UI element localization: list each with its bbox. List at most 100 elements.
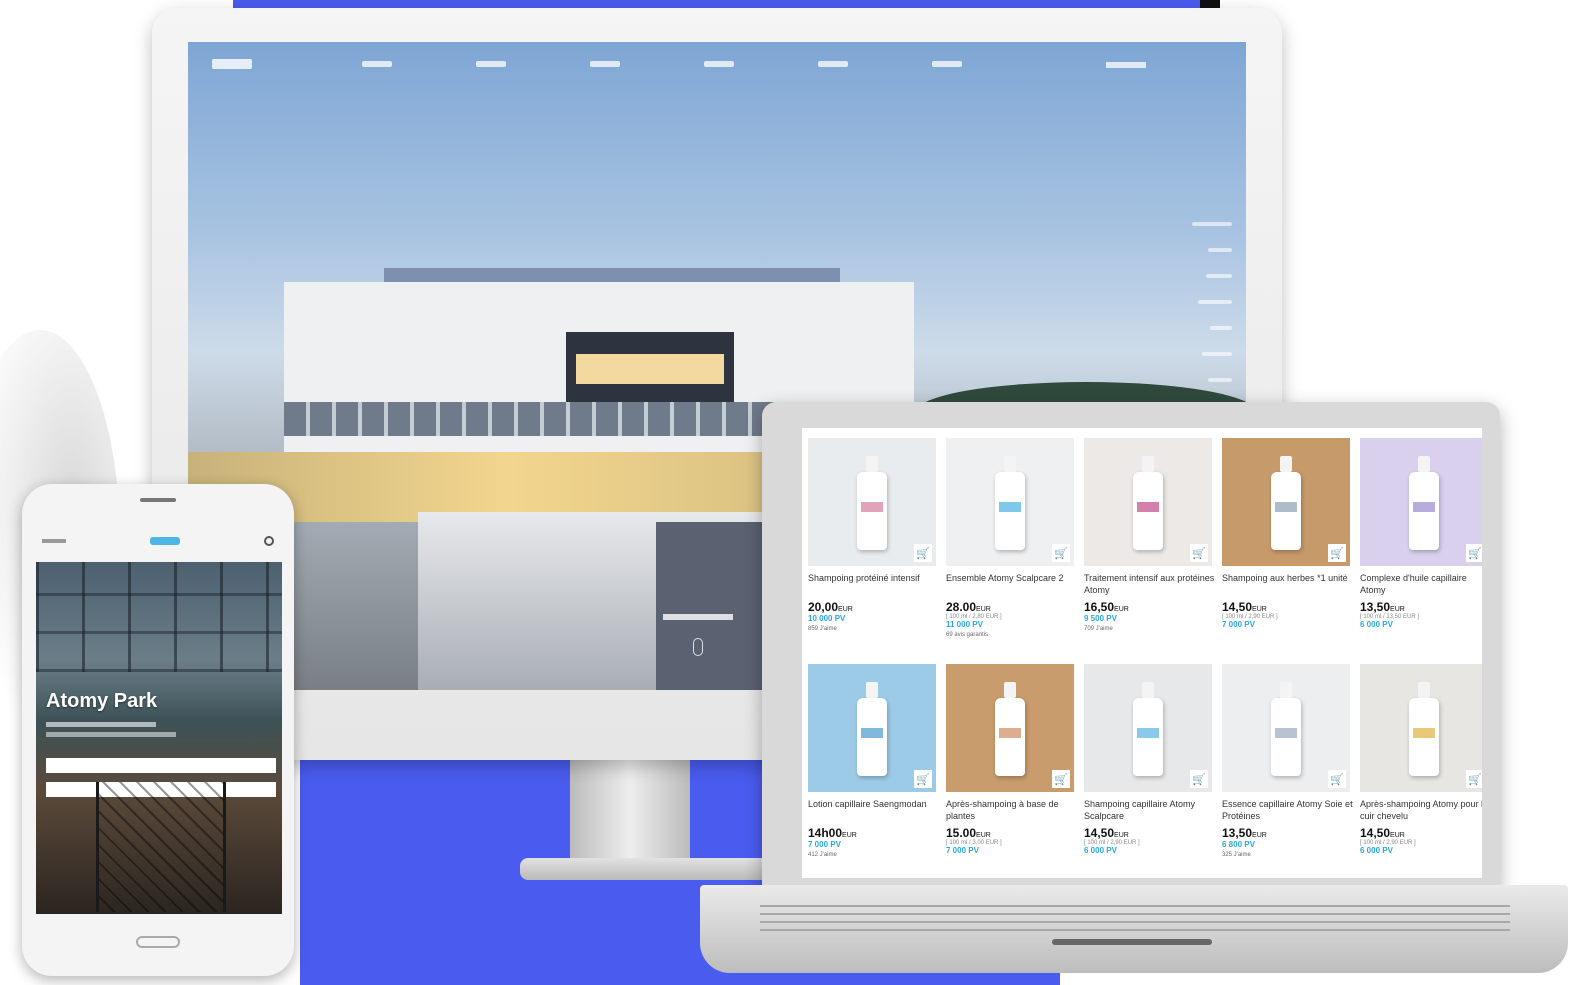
product-pv: 6 800 PV [1222,840,1255,849]
product-image[interactable]: 🛒 [1360,664,1482,792]
add-to-cart-icon[interactable]: 🛒 [1052,770,1070,788]
product-bottle [1271,456,1301,550]
currency: EUR [842,832,857,839]
desktop-nav [188,42,1246,86]
product-card[interactable]: 🛒 Après-shampoing à base de plantes 15.0… [946,664,1078,878]
side-nav-item[interactable] [1210,326,1232,330]
nav-item[interactable] [590,61,620,67]
currency: EUR [838,606,853,613]
nav-item[interactable] [818,61,848,67]
add-to-cart-icon[interactable]: 🛒 [914,770,932,788]
mobile-hero: Atomy Park [36,562,282,914]
product-image[interactable]: 🛒 [1360,438,1482,566]
product-name[interactable]: Ensemble Atomy Scalpcare 2 [946,572,1078,598]
add-to-cart-icon[interactable]: 🛒 [1052,544,1070,562]
chair [96,782,226,912]
product-image[interactable]: 🛒 [1222,438,1350,566]
trackpad-notch [1052,939,1212,945]
product-pv: 6 000 PV [1360,620,1393,629]
nav-item[interactable] [362,61,392,67]
product-bottle [995,682,1025,776]
product-pv: 11 000 PV [946,620,983,629]
product-card[interactable]: 🛒 Shampoing capillaire Atomy Scalpcare 1… [1084,664,1216,878]
product-card[interactable]: 🛒 Traitement intensif aux protéines Atom… [1084,438,1216,656]
currency: EUR [976,606,991,613]
add-to-cart-icon[interactable]: 🛒 [914,544,932,562]
product-image[interactable]: 🛒 [1084,664,1212,792]
nav-item[interactable] [476,61,506,67]
product-price: 14,50EUR [1222,600,1267,614]
product-price: 14,50EUR [1360,826,1405,840]
product-name[interactable]: Complexe d'huile capillaire Atomy [1360,572,1482,598]
product-image[interactable]: 🛒 [946,438,1074,566]
add-to-cart-icon[interactable]: 🛒 [1328,544,1346,562]
currency: EUR [976,832,991,839]
product-reviews: 69 avis garantis [946,632,989,638]
add-to-cart-icon[interactable]: 🛒 [1190,770,1208,788]
product-bottle [857,682,887,776]
site-logo[interactable] [212,59,252,69]
product-card[interactable]: 🛒 Après-shampoing Atomy pour le cuir che… [1360,664,1482,878]
product-name[interactable]: Traitement intensif aux protéines Atomy [1084,572,1216,598]
product-bottle [1133,456,1163,550]
product-pv: 9 500 PV [1084,614,1117,623]
product-card[interactable]: 🛒 Lotion capillaire Saengmodan 14h00EUR … [808,664,940,878]
product-name[interactable]: Shampoing aux herbes *1 unité [1222,572,1354,598]
product-name[interactable]: Essence capillaire Atomy Soie et Protéin… [1222,798,1354,824]
side-nav-item[interactable] [1198,300,1232,304]
product-image[interactable]: 🛒 [946,664,1074,792]
product-pv: 6 000 PV [1084,846,1117,855]
side-nav-item[interactable] [1206,274,1232,278]
product-pv: 7 000 PV [808,840,841,849]
product-bottle [995,456,1025,550]
building-window [566,332,734,412]
mobile-hero-subtitle [46,732,176,737]
product-reviews: 709 J'aime [1084,626,1113,632]
mobile-header [36,530,280,552]
product-bottle [1409,682,1439,776]
language-selector[interactable] [1106,62,1146,68]
home-button[interactable] [136,936,180,948]
product-card[interactable]: 🛒 Ensemble Atomy Scalpcare 2 28.00EUR [ … [946,438,1078,656]
window-grid [36,562,282,672]
product-name[interactable]: Shampoing protéiné intensif [808,572,940,598]
mobile-hero-button[interactable] [46,758,276,773]
laptop: 🛒 Shampoing protéiné intensif 20,00EUR 1… [762,402,1500,892]
product-image[interactable]: 🛒 [808,438,936,566]
add-to-cart-icon[interactable]: 🛒 [1190,544,1208,562]
product-image[interactable]: 🛒 [1222,664,1350,792]
product-name[interactable]: Après-shampoing à base de plantes [946,798,1078,824]
product-name[interactable]: Après-shampoing Atomy pour le cuir cheve… [1360,798,1482,824]
currency: EUR [1114,832,1129,839]
product-name[interactable]: Lotion capillaire Saengmodan [808,798,940,824]
add-to-cart-icon[interactable]: 🛒 [1466,544,1482,562]
product-card[interactable]: 🛒 Shampoing aux herbes *1 unité 14,50EUR… [1222,438,1354,656]
side-nav-item[interactable] [1208,378,1232,382]
product-card[interactable]: 🛒 Complexe d'huile capillaire Atomy 13,5… [1360,438,1482,656]
product-bottle [1133,682,1163,776]
menu-icon[interactable] [264,536,274,546]
product-name[interactable]: Shampoing capillaire Atomy Scalpcare [1084,798,1216,824]
mobile-logo[interactable] [150,537,180,545]
side-nav-item[interactable] [1208,248,1232,252]
scroll-indicator-icon [693,638,703,656]
nav-item[interactable] [704,61,734,67]
product-bottle [857,456,887,550]
product-card[interactable]: 🛒 Shampoing protéiné intensif 20,00EUR 1… [808,438,940,656]
side-nav-item[interactable] [1192,222,1232,226]
product-price: 14h00EUR [808,826,857,840]
mobile-lang[interactable] [42,539,66,543]
add-to-cart-icon[interactable]: 🛒 [1328,770,1346,788]
product-image[interactable]: 🛒 [1084,438,1212,566]
product-card[interactable]: 🛒 Essence capillaire Atomy Soie et Proté… [1222,664,1354,878]
product-price: 15.00EUR [946,826,991,840]
side-nav-item[interactable] [1202,352,1232,356]
product-bottle [1271,682,1301,776]
add-to-cart-icon[interactable]: 🛒 [1466,770,1482,788]
product-image[interactable]: 🛒 [808,664,936,792]
product-price: 28.00EUR [946,600,991,614]
product-pv: 7 000 PV [946,846,979,855]
product-reviews: 412 J'aime [808,852,837,858]
nav-item[interactable] [932,61,962,67]
product-pv: 10 000 PV [808,614,846,623]
